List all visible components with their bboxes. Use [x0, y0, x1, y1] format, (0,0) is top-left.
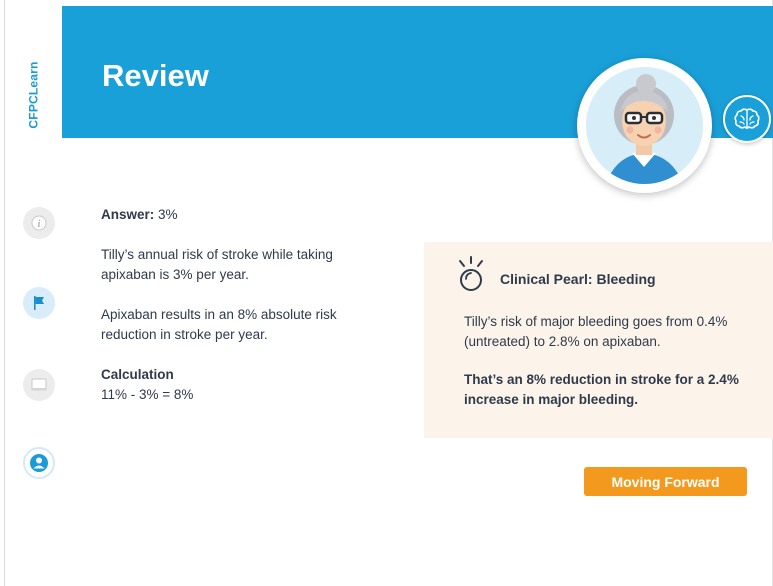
- moving-forward-button[interactable]: Moving Forward: [584, 467, 747, 496]
- pearl-title: Clinical Pearl: Bleeding: [500, 271, 656, 287]
- brain-icon: [734, 108, 760, 129]
- calculation-title: Calculation: [101, 367, 174, 382]
- answer-section: Answer: 3% Tilly’s annual risk of stroke…: [101, 205, 391, 405]
- pearl-paragraph-1: Tilly’s risk of major bleeding goes from…: [464, 314, 728, 349]
- page-title: Review: [102, 58, 209, 93]
- note-icon: [31, 378, 47, 391]
- lightbulb-icon: [459, 256, 483, 291]
- answer-paragraph-2: Apixaban results in an 8% absolute risk …: [101, 307, 337, 342]
- info-button[interactable]: i: [23, 207, 55, 239]
- grandmother-avatar-icon: [586, 67, 703, 184]
- svg-text:i: i: [38, 219, 41, 230]
- logo-text: CFPCLearn: [27, 61, 41, 129]
- answer-line: Answer: 3%: [101, 205, 391, 225]
- notes-button[interactable]: [23, 369, 55, 401]
- answer-paragraph-1: Tilly’s annual risk of stroke while taki…: [101, 247, 333, 282]
- user-icon: [30, 454, 48, 472]
- flag-icon: [34, 296, 44, 310]
- calculation-formula: 11% - 3% = 8%: [101, 387, 194, 402]
- sidebar: CFPCLearn i: [5, 0, 62, 586]
- patient-avatar: [577, 58, 712, 193]
- pearl-paragraph-2: That’s an 8% reduction in stroke for a 2…: [464, 372, 739, 407]
- answer-value: 3%: [158, 207, 178, 222]
- clinical-pearl-panel: Clinical Pearl: Bleeding Tilly’s risk of…: [424, 242, 773, 438]
- flag-button[interactable]: [23, 287, 55, 319]
- answer-label: Answer:: [101, 207, 155, 222]
- brain-button[interactable]: [723, 95, 771, 143]
- profile-button[interactable]: [23, 447, 55, 479]
- cfpclearn-logo: CFPCLearn: [17, 55, 51, 135]
- info-icon: i: [31, 215, 47, 231]
